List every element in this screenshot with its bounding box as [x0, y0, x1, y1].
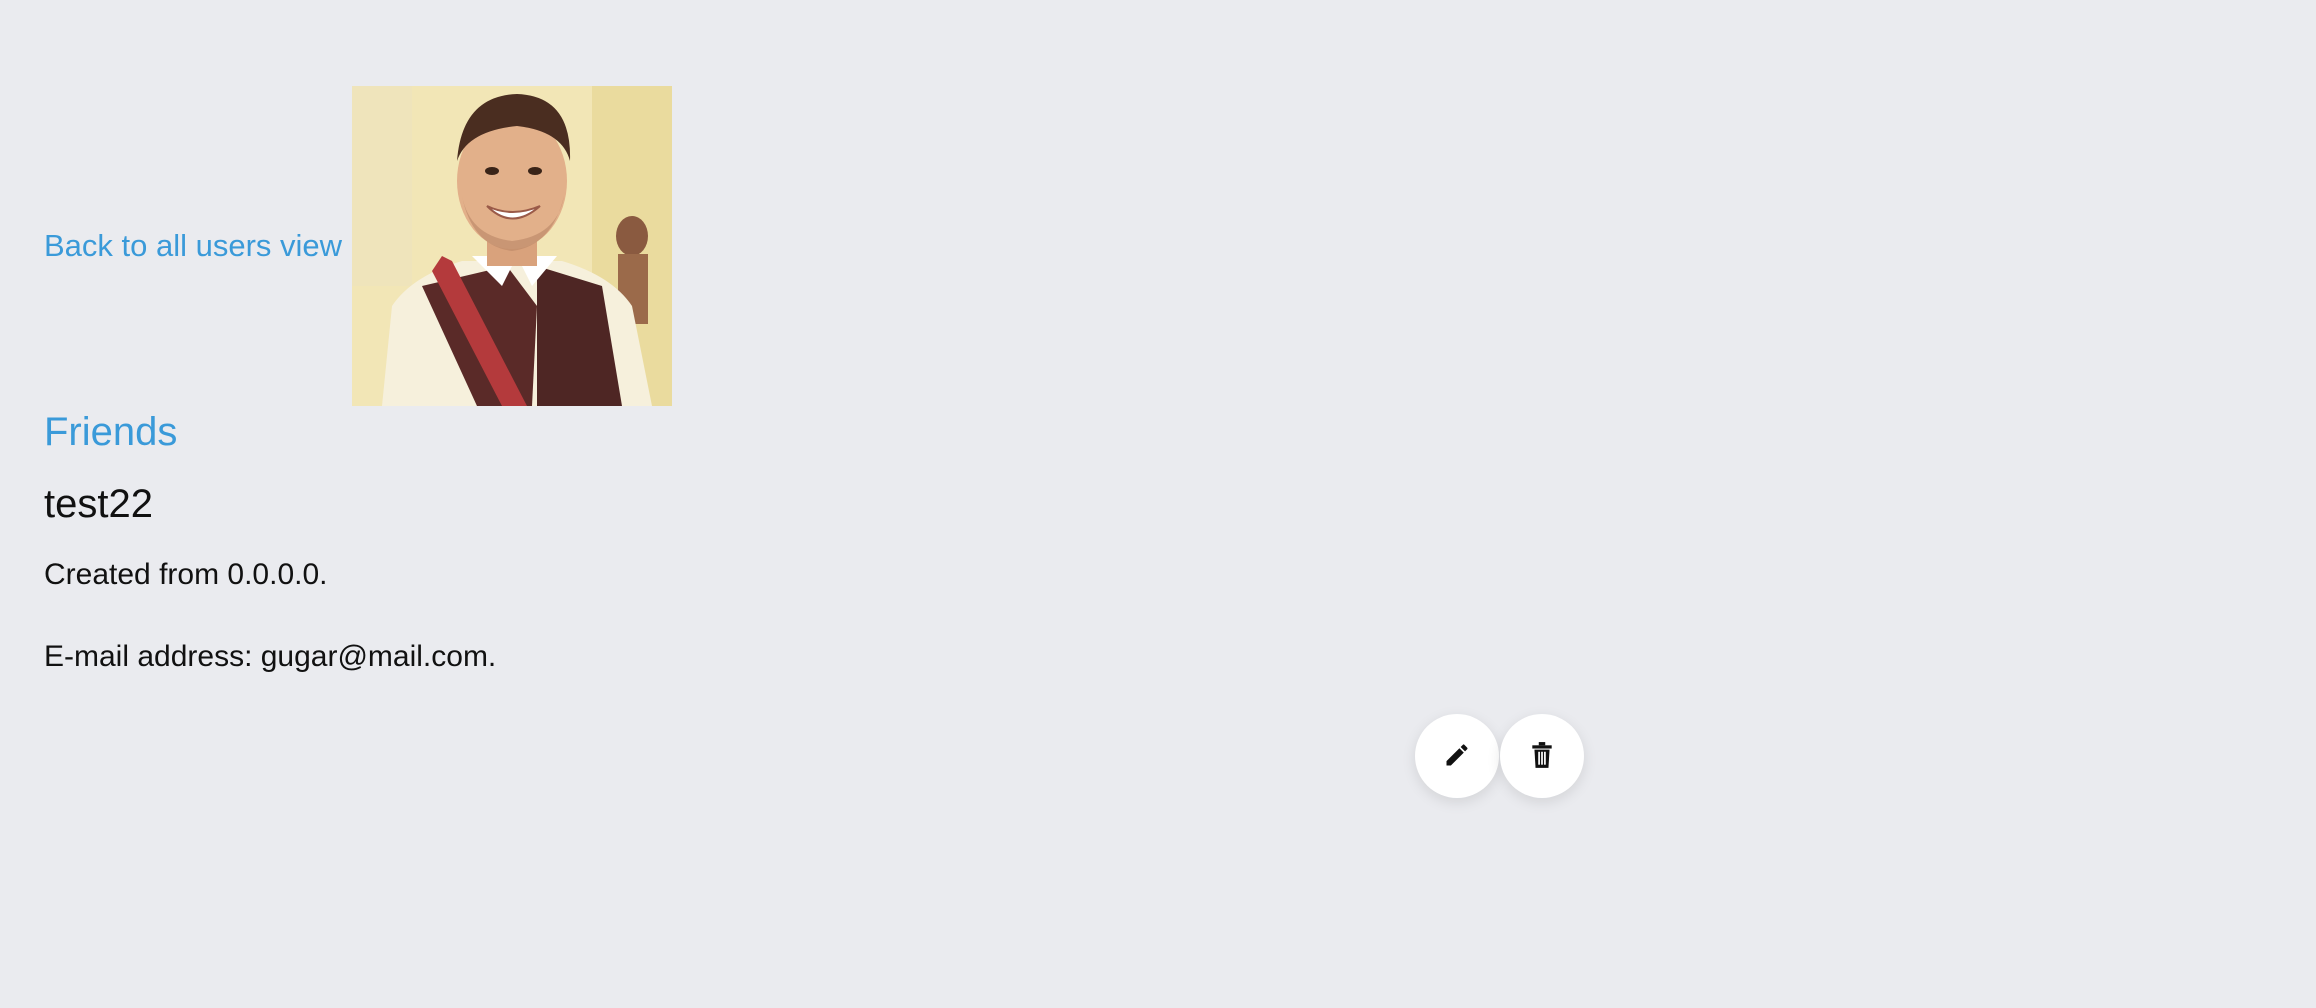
- delete-user-button[interactable]: [1500, 714, 1584, 798]
- friends-link[interactable]: Friends: [44, 410, 177, 455]
- email-address-text: E-mail address: gugar@mail.com.: [44, 640, 497, 673]
- profile-avatar: [352, 86, 673, 406]
- pencil-icon: [1443, 741, 1471, 772]
- back-to-users-link[interactable]: Back to all users view: [44, 228, 342, 264]
- edit-user-button[interactable]: [1415, 714, 1499, 798]
- created-from-text: Created from 0.0.0.0.: [44, 558, 328, 591]
- profile-header: Back to all users view: [44, 86, 673, 406]
- username-heading: test22: [44, 482, 153, 526]
- trash-icon: [1529, 741, 1555, 772]
